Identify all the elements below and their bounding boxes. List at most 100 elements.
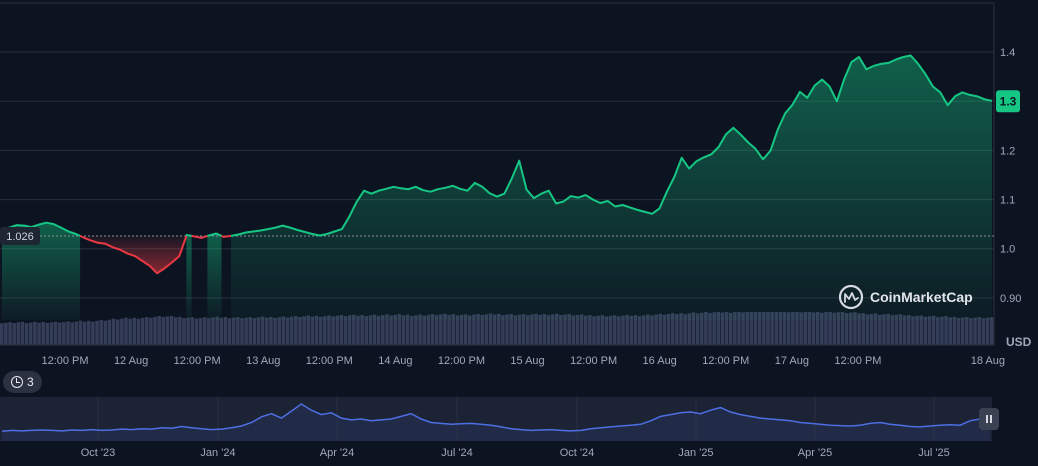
volume-bar [157,316,161,345]
volume-bar [107,319,112,345]
volume-bar [0,323,4,345]
y-tick-label: 1.0 [1000,244,1015,256]
volume-bar [343,316,348,345]
x-tick-label: 12:00 PM [41,355,88,367]
navigator-drag-handle[interactable] [979,408,999,430]
volume-bar [111,318,116,345]
volume-bar [936,317,940,345]
x-tick-label: 12:00 PM [306,355,353,367]
x-tick-label: 12:00 PM [834,355,881,367]
x-tick-label: 17 Aug [775,355,809,367]
volume-bar [144,316,149,345]
volume-bar [24,323,29,345]
volume-bar [248,317,253,345]
volume-bar [335,315,340,345]
volume-bar [124,317,128,345]
volume-bar [956,318,961,345]
x-tick-label: 12:00 PM [570,355,617,367]
volume-bar [583,315,588,345]
volume-bar [66,321,70,345]
volume-bar [16,322,21,345]
volume-bar [277,317,282,345]
y-axis: 0.90 1.0 1.1 1.2 1.3 1.4 [1000,47,1021,305]
volume-bar [95,320,99,345]
navigator-tick-label: Oct '24 [560,447,595,459]
x-tick-label: 12 Aug [114,355,148,367]
volume-bar [952,316,957,345]
x-tick-label: 16 Aug [643,355,677,367]
volume-bar [99,319,103,345]
volume-bar [637,316,642,345]
volume-bar [376,315,381,345]
volume-bar [960,317,965,345]
volume-bar [62,321,66,345]
volume-bar [173,317,178,345]
volume-bar [82,321,87,345]
volume-bar [12,323,16,345]
volume-bar [132,317,137,345]
volume-bar [211,317,215,345]
x-tick-label: 12:00 PM [438,355,485,367]
volume-bar [28,322,33,345]
navigator-chart[interactable]: Oct '23 Jan '24 Apr '24 Jul '24 Oct '24 Jan '… [0,392,1038,466]
volume-bar [298,317,302,345]
volume-bar [265,317,269,345]
y-tick-label: 1.1 [1000,195,1015,207]
volume-bar [198,317,203,345]
history-clock-icon [11,376,23,388]
volume-bar [227,318,232,345]
volume-bar [41,321,45,345]
volume-bar [985,317,990,345]
volume-bar [223,316,228,345]
y-tick-label: 0.90 [1000,293,1021,305]
volume-bar [302,316,306,345]
volume-bar [4,322,8,345]
volume-bar [8,322,12,345]
x-tick-label: 14 Aug [378,355,412,367]
price-chart[interactable]: 0.901.01.11.21.31.4 12:00 PM12 Aug12:00 … [0,0,1038,392]
volume-bar [915,315,919,345]
volume-bar [944,316,948,345]
volume-bar [323,316,327,345]
volume-bar [273,317,277,345]
navigator-tick-label: Jul '25 [918,447,949,459]
volume-bar [260,316,265,345]
volume-bar [331,316,335,345]
volume-bar [244,317,248,345]
price-area-up [186,235,192,320]
volume-bar [621,315,625,345]
volume-bar [186,317,190,345]
navigator-tick-label: Oct '23 [81,447,116,459]
volume-bar [37,322,41,345]
volume-bar [202,317,207,345]
volume-bar [948,317,952,345]
volume-bar [194,318,199,345]
volume-bar [923,316,928,345]
volume-bar [981,318,986,345]
volume-bar [256,317,261,345]
x-axis: 12:00 PM 12 Aug 12:00 PM 13 Aug 12:00 PM 14 A… [0,344,1005,367]
volume-bar [231,317,236,345]
volume-bar [973,317,977,345]
volume-bar [281,316,286,345]
volume-bar [140,317,145,345]
volume-bar [86,320,91,345]
volume-bar [153,316,157,345]
y-tick-label: 1.4 [1000,47,1015,59]
price-line-down [221,234,232,238]
volume-bar [49,322,54,345]
volume-bar [596,315,600,345]
last-price-label: 1.3 [1000,94,1017,108]
navigator-x-axis: Oct '23 Jan '24 Apr '24 Jul '24 Oct '24 Jan '… [81,447,950,459]
x-tick-label: 15 Aug [510,355,544,367]
navigator-tick-label: Jul '24 [441,447,472,459]
volume-bar [103,320,108,345]
volume-bar [969,318,973,345]
history-badge[interactable]: 3 [3,371,42,393]
volume-bar [604,316,609,345]
volume-bar [289,316,294,345]
volume-bar [182,318,186,345]
volume-bar [318,316,323,345]
volume-bar [410,315,414,345]
volume-bar [617,316,621,345]
